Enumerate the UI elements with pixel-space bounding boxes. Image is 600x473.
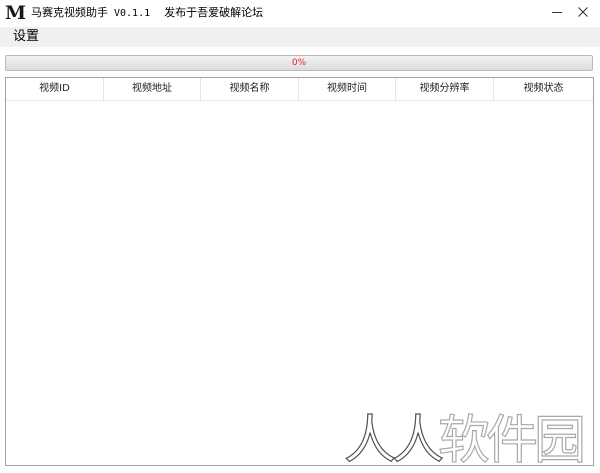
menu-item-settings[interactable]: 设置 (7, 29, 45, 45)
title-subtitle: 发布于吾爱破解论坛 (164, 6, 264, 19)
column-header-video-duration[interactable]: 视频时间 (299, 78, 396, 100)
svg-text:软件园: 软件园 (438, 411, 582, 466)
progress-bar: 0% (5, 55, 593, 71)
menu-bar: 设置 (0, 27, 600, 47)
column-header-video-id[interactable]: 视频ID (6, 78, 104, 100)
window-title: 马赛克视频助手 V0.1.1 发布于吾爱破解论坛 (31, 6, 263, 21)
title-bar[interactable]: M 马赛克视频助手 V0.1.1 发布于吾爱破解论坛 (0, 0, 600, 26)
minimize-icon (552, 11, 562, 13)
app-logo-icon: M (5, 2, 26, 24)
column-header-video-resolution[interactable]: 视频分辨率 (396, 78, 494, 100)
list-header: 视频ID 视频地址 视频名称 视频时间 视频分辨率 视频状态 (6, 78, 593, 101)
column-header-video-status[interactable]: 视频状态 (494, 78, 593, 100)
column-header-video-url[interactable]: 视频地址 (104, 78, 201, 100)
app-version: V0.1.1 (114, 8, 151, 19)
column-header-video-name[interactable]: 视频名称 (201, 78, 299, 100)
watermark-logo: 人人 软件园 (343, 410, 586, 466)
app-window: M 马赛克视频助手 V0.1.1 发布于吾爱破解论坛 设置 0% 视频ID 视频地址… (0, 0, 600, 473)
close-button[interactable] (569, 0, 597, 24)
minimize-button[interactable] (543, 0, 571, 24)
progress-percent-label: 0% (291, 58, 307, 68)
app-name: 马赛克视频助手 (31, 6, 108, 19)
svg-text:人人: 人人 (344, 411, 443, 466)
close-icon (578, 7, 588, 17)
